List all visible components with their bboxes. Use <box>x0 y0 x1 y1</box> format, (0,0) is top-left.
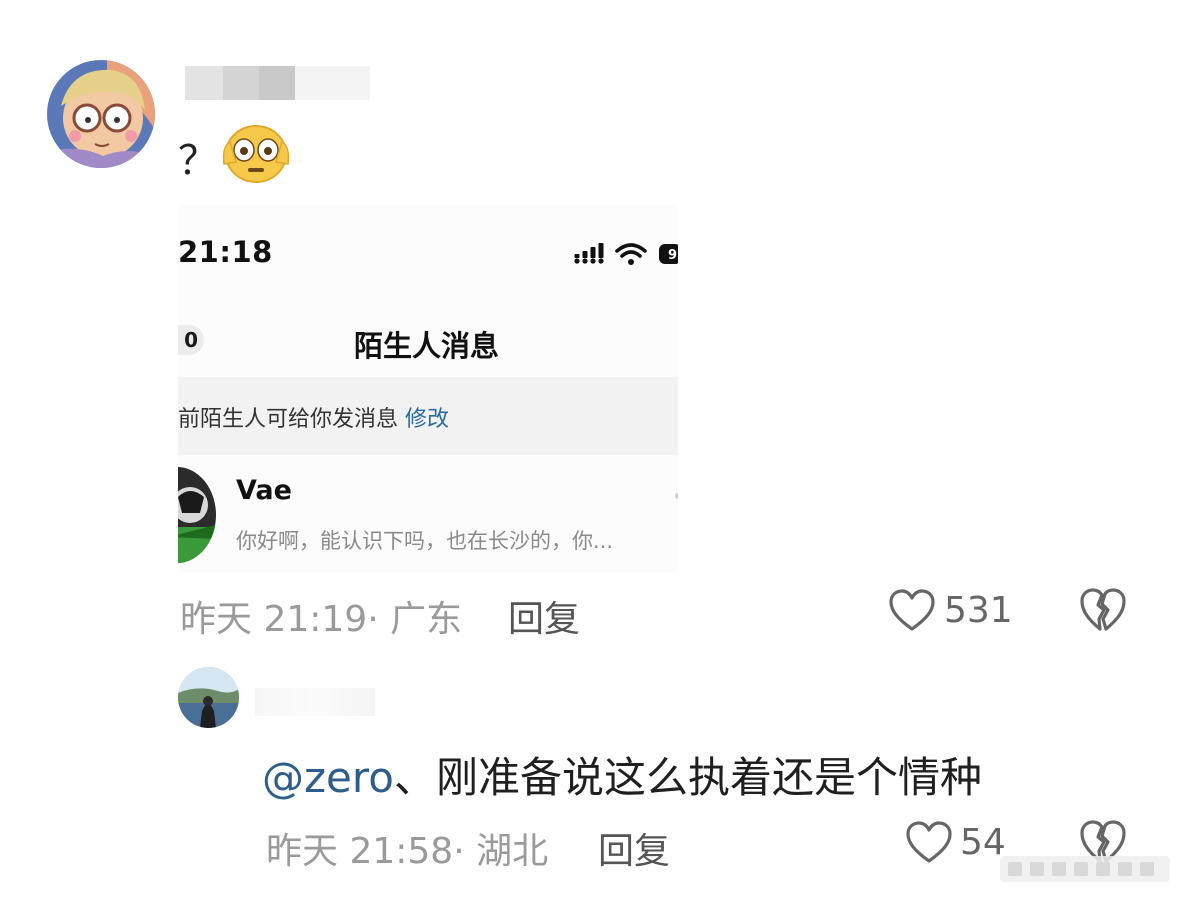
comment-text: ？ <box>178 138 218 184</box>
commenter-avatar[interactable] <box>47 60 155 168</box>
replier-name-blurred <box>255 688 375 716</box>
screen-title: 陌生人消息 <box>354 329 500 363</box>
sender-avatar[interactable] <box>178 467 216 563</box>
broken-heart-icon[interactable] <box>1079 587 1127 633</box>
like-count-2: 54 <box>960 822 1006 863</box>
comment-time-location: 昨天 21:19· 广东 <box>180 599 463 640</box>
modify-link[interactable]: 修改 <box>405 407 449 432</box>
unread-dot <box>675 493 678 499</box>
flushed-face-icon <box>222 124 290 184</box>
back-count-badge[interactable]: 0 <box>178 325 204 355</box>
commenter-name-blurred <box>185 66 370 102</box>
heart-icon[interactable] <box>888 589 936 633</box>
replier-avatar[interactable] <box>178 667 239 728</box>
reply-time-location: 昨天 21:58· 湖北 <box>266 831 549 872</box>
heart-icon-2[interactable] <box>905 821 953 865</box>
reply-button-2[interactable]: 回复 <box>598 822 670 874</box>
status-bar-icons: 9 <box>573 239 678 269</box>
like-count: 531 <box>944 590 1013 631</box>
banner-message: 前陌生人可给你发消息 <box>178 407 399 432</box>
attached-screenshot[interactable]: 21:18 9 0 陌生人消息 前陌生人可给你发消息 修改 Vae 你好啊，能认… <box>178 205 678 573</box>
reply-button[interactable]: 回复 <box>508 590 580 642</box>
status-bar-time: 21:18 <box>178 235 273 269</box>
svg-text:9: 9 <box>668 248 677 263</box>
reply-text: @zero、刚准备说这么执着还是个情种 <box>262 744 982 805</box>
sender-name: Vae <box>236 475 292 506</box>
mention-link[interactable]: @zero <box>262 753 394 802</box>
watermark <box>1000 852 1170 886</box>
banner-text: 前陌生人可给你发消息 修改 <box>178 401 449 433</box>
sender-message-preview: 你好啊，能认识下吗，也在长沙的，你... <box>236 529 614 553</box>
reply-body: 、刚准备说这么执着还是个情种 <box>393 753 982 802</box>
